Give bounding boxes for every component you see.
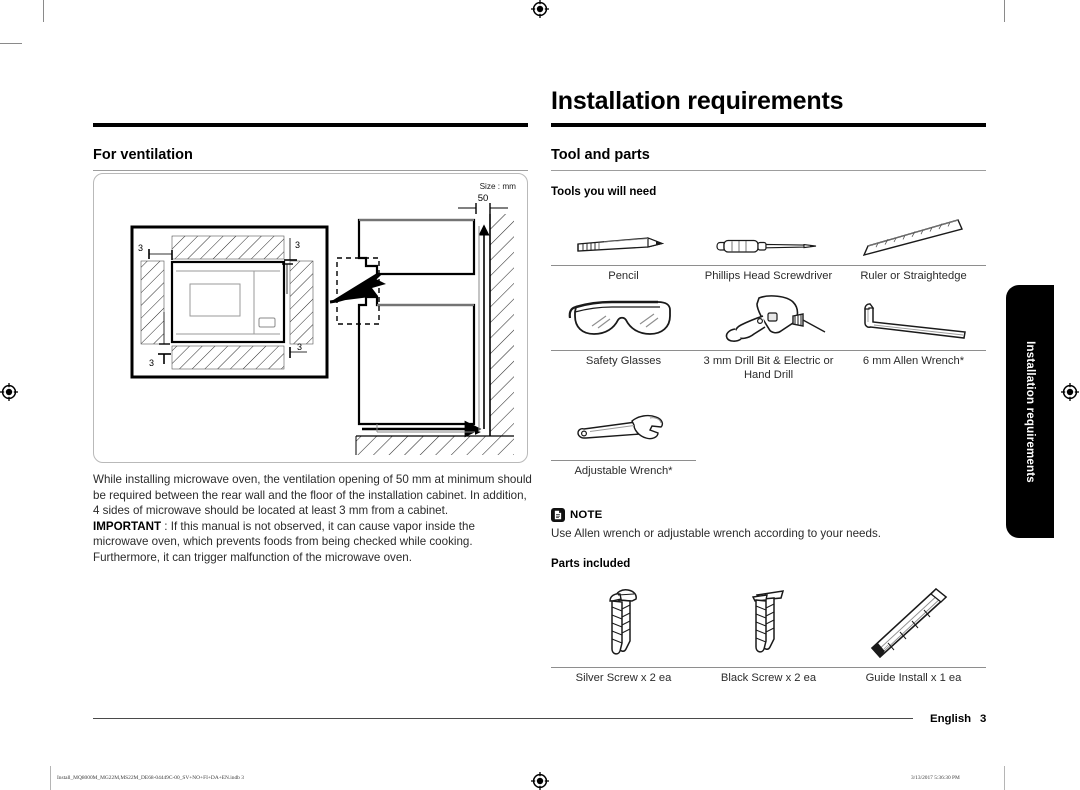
tools-you-will-need-heading: Tools you will need	[551, 186, 657, 198]
parts-included-heading: Parts included	[551, 558, 631, 570]
figure-size-label: Size : mm	[479, 182, 516, 191]
section-title-tool-and-parts: Tool and parts	[551, 147, 650, 163]
registration-mark-top	[531, 0, 549, 18]
black-screw-icon	[696, 585, 841, 663]
footer-language: English	[930, 713, 972, 725]
ruler-icon	[841, 205, 986, 261]
manual-page: Installation requirements For ventilatio…	[0, 0, 1080, 790]
side-tab-label: Installation requirements	[1024, 340, 1036, 483]
chapter-side-tab: Installation requirements	[1006, 285, 1054, 538]
tool-label: Pencil	[608, 270, 639, 282]
guide-install-icon	[841, 585, 986, 663]
allen-wrench-icon	[841, 290, 986, 346]
part-label: Silver Screw x 2 ea	[575, 672, 672, 684]
part-label: Black Screw x 2 ea	[720, 672, 817, 684]
registration-mark-right	[1061, 383, 1079, 401]
page-title: Installation requirements	[551, 87, 844, 115]
tool-label: Phillips Head Screwdriver	[704, 270, 833, 282]
print-mark-left	[50, 766, 51, 790]
crop-mark-top-left-vertical	[43, 0, 44, 22]
print-timestamp: 3/13/2017 5:36:30 PM	[911, 775, 960, 781]
adjustable-wrench-icon	[551, 400, 696, 456]
tool-item-allen-wrench: 6 mm Allen Wrench*	[841, 290, 986, 368]
screwdriver-icon	[696, 205, 841, 261]
tool-label: Safety Glasses	[585, 355, 662, 367]
ventilation-paragraph: While installing microwave oven, the ven…	[93, 473, 532, 518]
svg-text:3: 3	[149, 358, 154, 368]
note-header: NOTE	[551, 508, 602, 522]
tool-label: Ruler or Straightedge	[860, 270, 967, 282]
tool-label: 6 mm Allen Wrench*	[862, 355, 965, 367]
tool-item-phillips-head-screwdriver: Phillips Head Screwdriver	[696, 205, 841, 283]
section-rule-left	[93, 170, 528, 171]
tool-item-adjustable-wrench: Adjustable Wrench*	[551, 400, 696, 478]
svg-text:3: 3	[138, 243, 143, 253]
chapter-title-rule-right	[551, 123, 986, 127]
svg-text:3: 3	[297, 342, 302, 352]
section-rule-right	[551, 170, 986, 171]
tool-label: 3 mm Drill Bit & Electric or Hand Drill	[703, 355, 834, 381]
print-source-file: Install_MQ8000M_MG22M,MS22M_DE68-04449C-…	[57, 775, 244, 781]
note-document-icon	[551, 508, 565, 522]
footer-rule	[93, 718, 913, 719]
registration-mark-left	[0, 383, 18, 401]
ventilation-diagram: 3 3 3 3 50	[130, 193, 514, 455]
ventilation-body-text: While installing microwave oven, the ven…	[93, 472, 533, 566]
chapter-title-rule-left	[93, 123, 528, 127]
footer-page-number: 3	[980, 713, 987, 725]
important-separator: :	[161, 519, 171, 533]
part-item-silver-screw: Silver Screw x 2 ea	[551, 585, 696, 685]
section-title-for-ventilation: For ventilation	[93, 147, 193, 163]
ventilation-figure: 3 3 3 3 50 Size: mm	[93, 173, 528, 463]
silver-screw-icon	[551, 585, 696, 663]
crop-mark-top-right-vertical	[1004, 0, 1005, 22]
svg-text:3: 3	[295, 240, 300, 250]
tool-item-pencil: Pencil	[551, 205, 696, 283]
important-label: IMPORTANT	[93, 519, 162, 533]
part-label: Guide Install x 1 ea	[865, 672, 962, 684]
registration-mark-bottom	[531, 772, 549, 790]
svg-text:50: 50	[478, 193, 489, 204]
part-item-guide-install: Guide Install x 1 ea	[841, 585, 986, 685]
note-title: NOTE	[570, 509, 603, 521]
part-item-black-screw: Black Screw x 2 ea	[696, 585, 841, 685]
tool-item-drill: 3 mm Drill Bit & Electric or Hand Drill	[696, 290, 841, 382]
pencil-icon	[551, 205, 696, 261]
tool-label: Adjustable Wrench*	[574, 465, 673, 477]
print-mark-right	[1004, 766, 1005, 790]
tool-item-ruler-or-straightedge: Ruler or Straightedge	[841, 205, 986, 283]
drill-icon	[696, 290, 841, 346]
tool-item-safety-glasses: Safety Glasses	[551, 290, 696, 368]
safety-glasses-icon	[551, 290, 696, 346]
note-text: Use Allen wrench or adjustable wrench ac…	[551, 527, 881, 540]
crop-mark-top-left-horizontal	[0, 43, 22, 44]
